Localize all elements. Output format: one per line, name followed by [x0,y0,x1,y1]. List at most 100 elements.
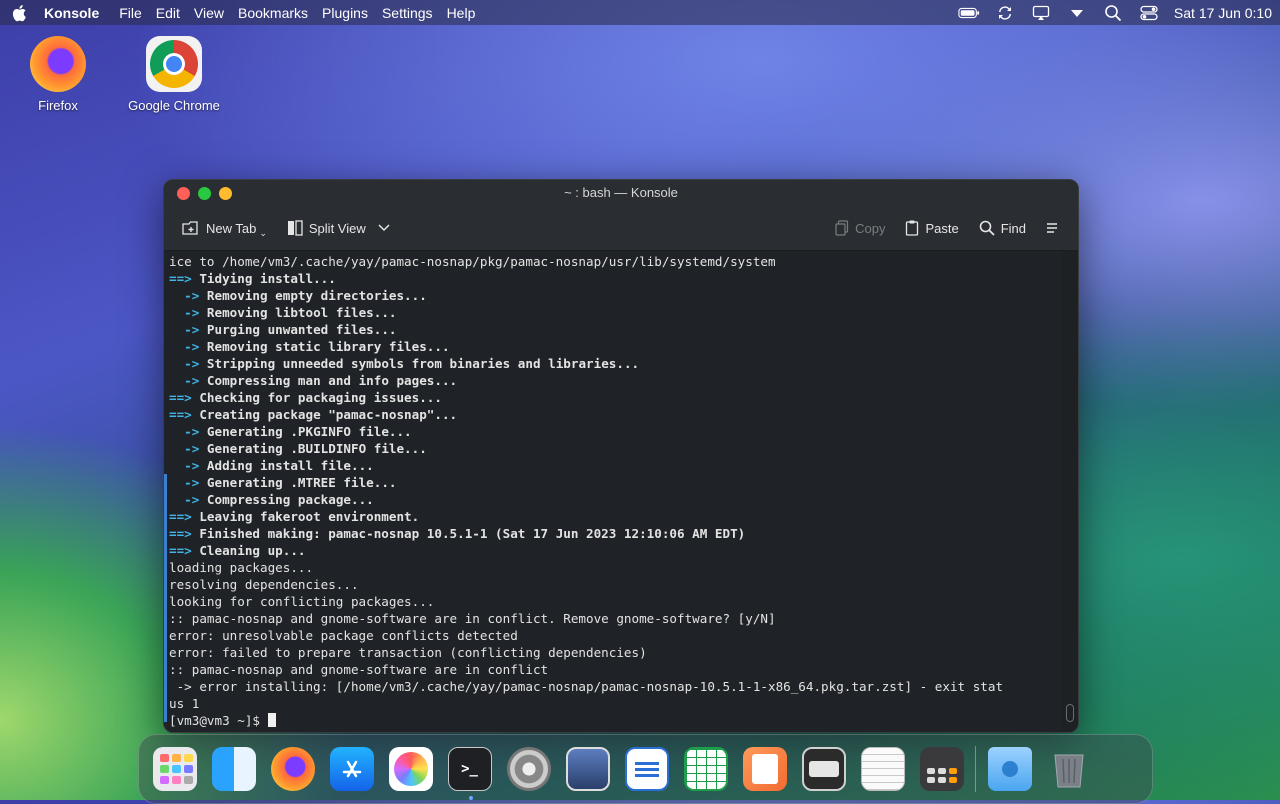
terminal-line: -> Removing empty directories... [169,288,427,303]
toolbar: New Tab ⌄ Split View Copy Paste Find [164,206,1078,251]
menu-view[interactable]: View [194,5,224,21]
terminal-line: error: failed to prepare transaction (co… [169,645,647,660]
sync-icon[interactable] [994,4,1016,22]
control-center-icon[interactable] [1138,4,1160,22]
terminal-line: error: unresolvable package conflicts de… [169,628,518,643]
terminal-line: -> Compressing package... [169,492,374,507]
menu-help[interactable]: Help [447,5,476,21]
terminal-line: -> Removing static library files... [169,339,450,354]
writer-icon[interactable] [624,747,669,791]
apple-menu-icon[interactable] [10,3,30,23]
downloads-folder-icon[interactable] [987,747,1032,791]
screenshot-icon[interactable] [565,747,610,791]
search-icon [979,220,995,236]
shell-prompt[interactable]: [vm3@vm3 ~]$ [169,712,1057,729]
search-icon[interactable] [1102,4,1124,22]
desktop-icon-label: Firefox [38,98,78,113]
scrollbar-thumb[interactable] [1066,704,1074,722]
find-label: Find [1000,220,1026,236]
new-tab-label: New Tab [206,220,257,236]
find-button[interactable]: Find [971,213,1034,243]
selection-marker [164,474,167,722]
menu-plugins[interactable]: Plugins [322,5,368,21]
firefox-icon [30,36,86,92]
paste-icon [905,220,919,236]
chevron-down-icon[interactable] [1066,4,1088,22]
new-tab-button[interactable]: New Tab ⌄ [174,213,275,243]
terminal-line: -> error installing: [/home/vm3/.cache/y… [169,679,1004,694]
terminal-scrollbar[interactable] [1066,253,1074,728]
terminal-line: -> Generating .BUILDINFO file... [169,441,427,456]
terminal-line: -> Removing libtool files... [169,305,397,320]
terminal-line: :: pamac-nosnap and gnome-software are i… [169,662,549,677]
chevron-down-icon [372,224,390,232]
terminal-line: ==> Tidying install... [169,271,336,286]
title-bar[interactable]: ~ : bash — Konsole [164,180,1078,206]
app-name-menu[interactable]: Konsole [44,5,99,21]
media-player-icon[interactable] [801,747,846,791]
desktop-icon-label: Google Chrome [128,98,220,113]
launchpad-icon[interactable] [152,747,197,791]
menu-bar: Konsole File Edit View Bookmarks Plugins… [0,0,1280,25]
system-settings-icon[interactable] [506,747,551,791]
firefox-icon[interactable] [270,747,315,791]
calc-spreadsheet-icon[interactable] [683,747,728,791]
terminal-line: -> Compressing man and info pages... [169,373,458,388]
window-title: ~ : bash — Konsole [564,185,678,200]
terminal-line: -> Stripping unneeded symbols from binar… [169,356,640,371]
paste-button[interactable]: Paste [897,213,966,243]
trash-icon[interactable] [1047,747,1091,791]
chrome-icon [146,36,202,92]
terminal-line: resolving dependencies... [169,577,359,592]
terminal-line: -> Purging unwanted files... [169,322,397,337]
photos-icon[interactable] [388,747,433,791]
calculator-icon[interactable] [919,747,964,791]
close-button[interactable] [177,186,190,200]
terminal-line: loading packages... [169,560,314,575]
menu-bookmarks[interactable]: Bookmarks [238,5,308,21]
minimize-button[interactable] [198,186,211,200]
running-indicator [468,796,473,800]
app-store-icon[interactable] [329,747,374,791]
menu-file[interactable]: File [119,5,142,21]
terminal-line: -> Adding install file... [169,458,374,473]
finder-icon[interactable] [211,747,256,791]
menu-settings[interactable]: Settings [382,5,433,21]
terminal-icon[interactable]: >_ [447,747,492,800]
battery-icon[interactable] [958,4,980,22]
copy-button[interactable]: Copy [827,213,893,243]
terminal-output[interactable]: ice to /home/vm3/.cache/yay/pamac-nosnap… [164,251,1062,732]
hamburger-menu-icon [1046,222,1060,234]
dock-separator [975,746,976,792]
copy-label: Copy [855,220,886,236]
prompt-text: [vm3@vm3 ~]$ [169,713,268,728]
text-editor-icon[interactable] [860,747,905,791]
text-cursor [267,713,276,727]
terminal-line: ==> Leaving fakeroot environment. [169,509,420,524]
maximize-button[interactable] [219,186,232,200]
split-view-button[interactable]: Split View [279,213,398,243]
konsole-window: ~ : bash — Konsole New Tab ⌄ Split View [163,179,1079,733]
draw-icon[interactable] [742,747,787,791]
terminal-line: ==> Cleaning up... [169,543,306,558]
split-view-icon [287,220,303,236]
desktop-icon-google-chrome[interactable]: Google Chrome [124,36,224,113]
copy-icon [835,220,849,236]
terminal-line: :: pamac-nosnap and gnome-software are i… [169,611,776,626]
paste-label: Paste [925,220,959,236]
hamburger-menu-button[interactable] [1038,213,1068,243]
terminal-line: ice to /home/vm3/.cache/yay/pamac-nosnap… [169,254,776,269]
dock: >_ [138,734,1153,804]
chevron-down-icon: ⌄ [259,227,267,238]
terminal-line: ==> Checking for packaging issues... [169,390,442,405]
terminal-line: ==> Finished making: pamac-nosnap 10.5.1… [169,526,746,541]
screen-mirroring-icon[interactable] [1030,4,1052,22]
terminal-line: ==> Creating package "pamac-nosnap"... [169,407,458,422]
new-tab-icon [182,220,200,236]
terminal-line: -> Generating .PKGINFO file... [169,424,412,439]
clock[interactable]: Sat 17 Jun 0:10 [1174,5,1272,21]
desktop-icon-firefox[interactable]: Firefox [8,36,108,113]
menu-edit[interactable]: Edit [156,5,180,21]
terminal-line: looking for conflicting packages... [169,594,435,609]
split-view-label: Split View [308,220,366,236]
